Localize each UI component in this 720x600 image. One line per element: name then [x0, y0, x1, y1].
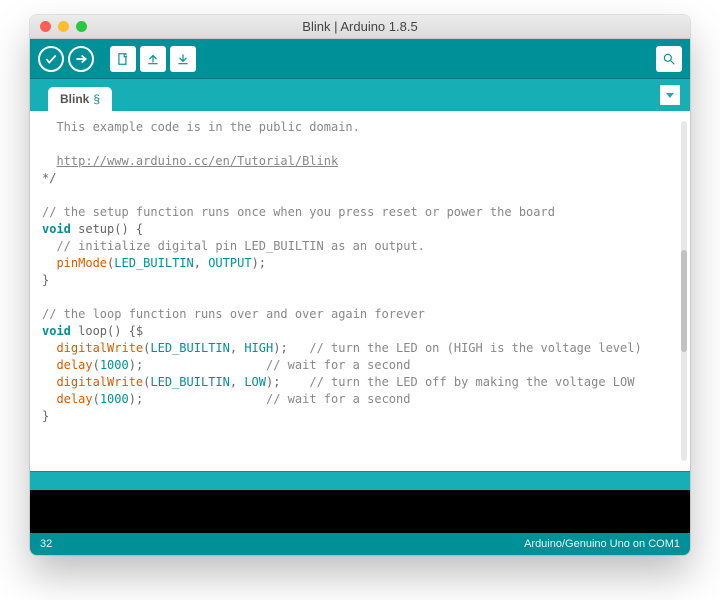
tab-modified-mark: §	[93, 92, 100, 106]
code-comment: // the loop function runs over and over …	[42, 307, 425, 321]
status-bar: 32 Arduino/Genuino Uno on COM1	[30, 533, 690, 555]
tab-menu-button[interactable]	[660, 85, 680, 105]
console-output	[30, 490, 690, 534]
tab-blink[interactable]: Blink §	[48, 87, 112, 111]
code-link: http://www.arduino.cc/en/Tutorial/Blink	[56, 154, 338, 168]
code-fn: pinMode	[56, 256, 107, 270]
message-area	[30, 471, 690, 533]
verify-button[interactable]	[38, 46, 64, 72]
titlebar: Blink | Arduino 1.8.5	[30, 15, 690, 39]
code-keyword: void	[42, 222, 71, 236]
arduino-window: Blink | Arduino 1.8.5 Blink §	[30, 15, 690, 555]
code-text: */	[42, 171, 56, 185]
code-comment: // the setup function runs once when you…	[42, 205, 555, 219]
tab-label: Blink	[60, 92, 89, 106]
open-sketch-button[interactable]	[140, 46, 166, 72]
code-comment: // initialize digital pin LED_BUILTIN as…	[42, 239, 425, 253]
board-port-label: Arduino/Genuino Uno on COM1	[524, 538, 680, 550]
code-keyword: void	[42, 324, 71, 338]
upload-button[interactable]	[68, 46, 94, 72]
scrollbar[interactable]	[681, 121, 687, 461]
tab-strip: Blink §	[30, 79, 690, 111]
scroll-thumb[interactable]	[681, 250, 687, 352]
save-sketch-button[interactable]	[170, 46, 196, 72]
code-editor[interactable]: This example code is in the public domai…	[30, 111, 690, 471]
serial-monitor-button[interactable]	[656, 46, 682, 72]
line-number: 32	[40, 538, 52, 550]
code-comment: This example code is in the public domai…	[42, 120, 360, 134]
window-title: Blink | Arduino 1.8.5	[30, 19, 690, 34]
toolbar	[30, 39, 690, 79]
new-sketch-button[interactable]	[110, 46, 136, 72]
